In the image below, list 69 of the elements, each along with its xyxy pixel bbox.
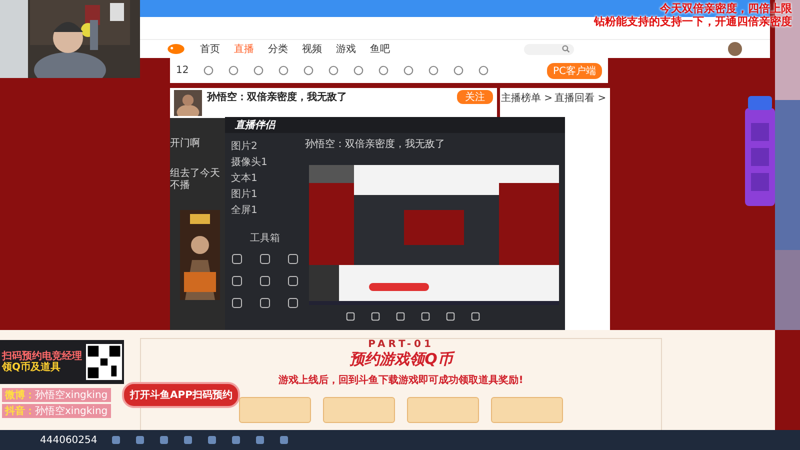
app-icon[interactable] [231, 435, 242, 445]
circle-icon[interactable] [202, 65, 214, 76]
viewer-id: 444060254 [40, 434, 98, 446]
nav-tab[interactable]: 鱼吧 [370, 42, 390, 56]
circle-icon[interactable] [328, 65, 339, 76]
layer-item[interactable]: 图片1 [231, 187, 299, 201]
promo-subtitle: 游戏上线后，回到斗鱼下载游戏即可成功领取道具奖励! [278, 374, 524, 387]
stream-title: 孙悟空：双倍亲密度，我无敌了 [305, 138, 446, 151]
qr-code-icon [86, 344, 122, 380]
circle-icon[interactable] [452, 65, 464, 76]
app-icon[interactable] [183, 435, 194, 445]
coin-count: 12 [176, 65, 189, 76]
circle-icon[interactable] [478, 65, 489, 76]
nav-tab[interactable]: 游戏 [336, 42, 356, 56]
reward-card [407, 397, 479, 423]
circle-icon[interactable] [302, 65, 314, 76]
qr-caption: 扫码预约电竞经理 [2, 351, 82, 362]
tool-icon[interactable] [287, 275, 299, 287]
circle-icon[interactable] [378, 65, 389, 76]
part-label: PART-01 [368, 339, 434, 350]
app-icon[interactable] [111, 435, 122, 445]
layer-item[interactable]: 图片2 [231, 139, 299, 153]
app-icon[interactable] [279, 435, 290, 445]
control-icon[interactable] [445, 311, 456, 322]
qr-caption: 领Q币及道具 [2, 362, 62, 373]
toolbox-heading: 工具箱 [249, 232, 281, 245]
chat-fragment: 开门啊 [170, 138, 201, 150]
circle-icon[interactable] [402, 65, 414, 76]
app-icon[interactable] [255, 435, 266, 445]
reward-card [239, 397, 311, 423]
tool-icon[interactable] [259, 275, 271, 287]
control-icon[interactable] [420, 311, 431, 322]
reward-card [491, 397, 563, 423]
circle-icon[interactable] [278, 65, 289, 76]
tool-icon[interactable] [231, 275, 243, 287]
circle-icon[interactable] [352, 65, 364, 76]
reward-card [323, 397, 395, 423]
chat-tab[interactable]: 主播榜单 > [501, 91, 553, 105]
app-icon[interactable] [135, 435, 146, 445]
nav-tab[interactable]: 视频 [302, 42, 322, 56]
tool-icon[interactable] [287, 297, 299, 309]
control-icon[interactable] [370, 311, 381, 322]
stream-title: 孙悟空：双倍亲密度，我无敌了 [207, 90, 347, 104]
tool-icon[interactable] [231, 297, 243, 309]
control-icon[interactable] [395, 311, 406, 322]
tool-icon[interactable] [287, 253, 299, 265]
control-icon[interactable] [470, 311, 481, 322]
tool-icon[interactable] [231, 253, 243, 265]
app-logo: 直播伴侣 [235, 118, 275, 132]
tool-icon[interactable] [259, 297, 271, 309]
layer-item[interactable]: 全屏1 [231, 203, 299, 217]
tool-icon[interactable] [259, 253, 271, 265]
circle-icon[interactable] [252, 65, 264, 76]
layer-item[interactable]: 文本1 [231, 171, 299, 185]
chat-tab[interactable]: 直播回看 > [554, 91, 606, 105]
layer-item[interactable]: 摄像头1 [231, 155, 299, 169]
nav-tab[interactable]: 首页 [200, 42, 220, 56]
control-icon[interactable] [345, 311, 356, 322]
circle-icon[interactable] [228, 65, 239, 76]
nav-tab[interactable]: 分类 [268, 42, 288, 56]
circle-icon[interactable] [428, 65, 439, 76]
reserve-button[interactable]: 打开斗鱼APP扫码预约 [122, 382, 240, 408]
chat-fragment: 组去了今天不播 [170, 168, 221, 192]
promo-heading: 预约游戏领Q币 [350, 350, 452, 369]
search-field[interactable] [524, 44, 574, 54]
avatar-icon[interactable] [728, 42, 742, 56]
app-icon[interactable] [159, 435, 170, 445]
app-icon[interactable] [207, 435, 218, 445]
search-icon [562, 45, 570, 53]
